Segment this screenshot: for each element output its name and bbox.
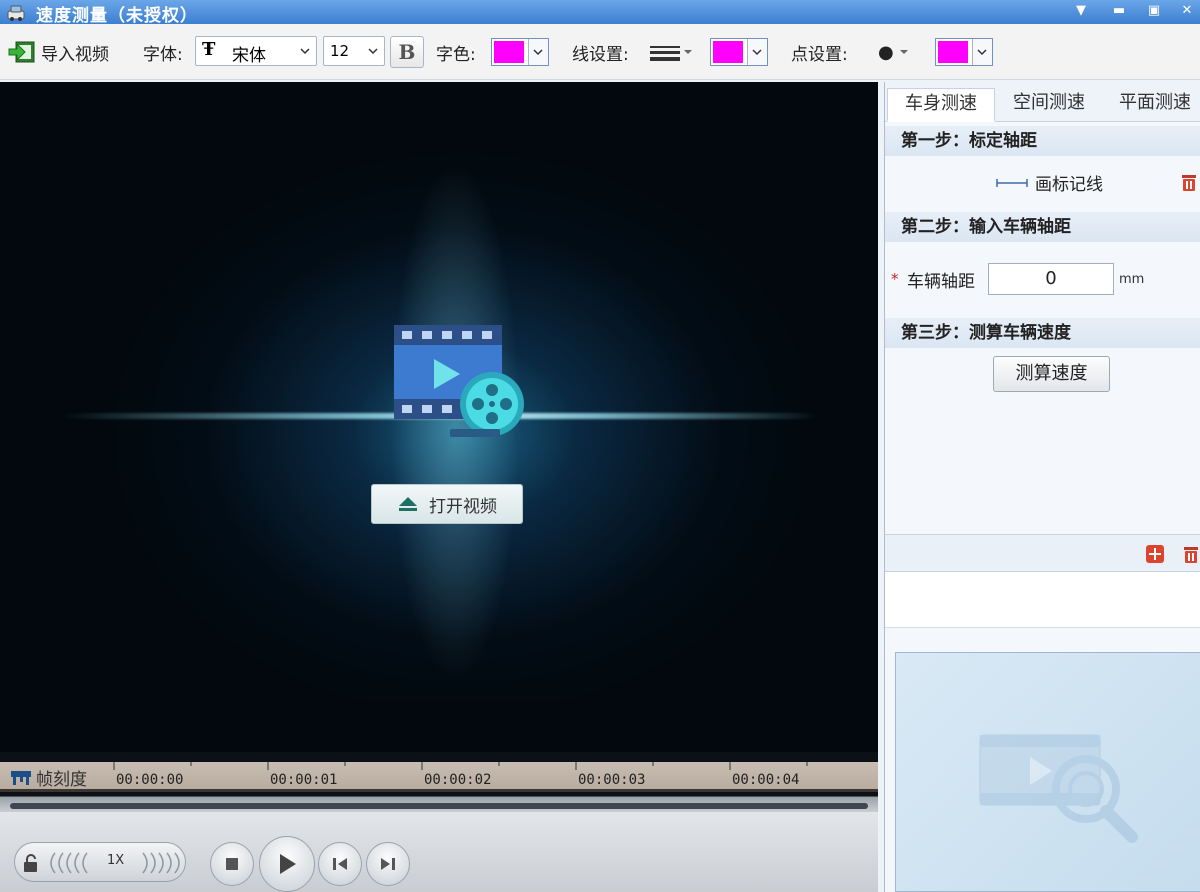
- progress-bar[interactable]: [0, 796, 878, 812]
- step-back-icon: [333, 858, 347, 870]
- tab-bar: 车身测速 空间测速 平面测速: [885, 82, 1200, 122]
- time-tick: 00:00:01: [270, 772, 338, 788]
- progress-track[interactable]: [10, 803, 868, 809]
- video-film-icon: [394, 325, 524, 437]
- previous-frame-button[interactable]: [318, 842, 362, 886]
- import-video-label: 导入视频: [41, 44, 109, 65]
- minimize-icon[interactable]: ▬: [1108, 2, 1130, 20]
- play-button[interactable]: [259, 836, 315, 892]
- point-color-picker[interactable]: [935, 38, 993, 66]
- time-tick: 00:00:04: [732, 772, 800, 788]
- ruler-icon: [11, 770, 31, 785]
- preview-thumbnail: [895, 652, 1200, 892]
- frame-ruler[interactable]: 帧刻度 00:00:00 00:00:01 00:00:02 00:00:03 …: [0, 762, 878, 792]
- step-forward-icon: [381, 858, 395, 870]
- trash-icon[interactable]: [1181, 544, 1200, 564]
- wheelbase-input[interactable]: 0: [988, 263, 1114, 295]
- maximize-icon[interactable]: ▣: [1143, 2, 1165, 20]
- chevron-down-icon: [368, 48, 378, 55]
- line-color-swatch: [713, 41, 743, 63]
- next-frame-button[interactable]: [366, 842, 410, 886]
- draw-mark-line-label: 画标记线: [1035, 175, 1103, 195]
- step3-header: 第三步：测算车辆速度: [885, 318, 1200, 348]
- menu-dropdown-icon[interactable]: ▼: [1070, 2, 1092, 20]
- import-icon: [8, 41, 35, 63]
- add-icon[interactable]: [1145, 544, 1165, 564]
- result-list-toolbar: [885, 534, 1200, 572]
- video-search-icon: [979, 734, 1138, 843]
- time-tick: 00:00:03: [578, 772, 646, 788]
- font-color-label: 字色:: [436, 44, 476, 65]
- chevron-down-icon: [972, 39, 992, 65]
- video-canvas[interactable]: 打开视频: [0, 82, 878, 752]
- playback-controls: 1X: [0, 812, 878, 892]
- chevron-down-icon: [528, 39, 548, 65]
- line-color-picker[interactable]: [710, 38, 768, 66]
- point-style-picker[interactable]: ●: [878, 24, 914, 80]
- close-icon[interactable]: ✕: [1176, 2, 1198, 20]
- tab-space-speed[interactable]: 空间测速: [997, 88, 1101, 122]
- bold-button[interactable]: B: [390, 36, 424, 68]
- frame-ruler-label-group: 帧刻度: [10, 765, 87, 790]
- time-tick: 00:00:02: [424, 772, 492, 788]
- draw-mark-line-button[interactable]: 画标记线: [995, 170, 1103, 195]
- speed-value: 1X: [107, 853, 125, 868]
- step2-header: 第二步：输入车辆轴距: [885, 212, 1200, 242]
- stop-icon: [226, 858, 238, 870]
- chevron-down-icon: [899, 50, 908, 54]
- import-video-button[interactable]: 导入视频: [8, 24, 109, 80]
- stop-button[interactable]: [210, 842, 254, 886]
- play-icon: [280, 854, 296, 874]
- line-style-picker[interactable]: [648, 24, 696, 80]
- font-size-value: 12: [330, 42, 350, 60]
- line-settings-label: 线设置:: [572, 44, 629, 65]
- mark-line-icon: [996, 178, 1028, 187]
- tab-vehicle-body-speed[interactable]: 车身测速: [887, 88, 995, 122]
- chevron-down-icon: [747, 39, 767, 65]
- font-size-select[interactable]: 12: [323, 36, 385, 66]
- font-label: 字体:: [143, 44, 183, 65]
- window-title: 速度测量（未授权）: [36, 6, 198, 26]
- timeline: 帧刻度 00:00:00 00:00:01 00:00:02 00:00:03 …: [0, 752, 878, 812]
- line-weight-icon: [650, 46, 692, 61]
- open-video-button[interactable]: 打开视频: [371, 484, 523, 524]
- lock-icon: [24, 854, 37, 872]
- font-family-value: 宋体: [232, 46, 266, 66]
- trash-icon[interactable]: [1179, 172, 1199, 192]
- app-icon: [7, 5, 25, 21]
- eject-icon: [399, 497, 417, 511]
- calculate-speed-button[interactable]: 测算速度: [993, 356, 1110, 392]
- result-list[interactable]: [885, 572, 1200, 628]
- font-family-select[interactable]: Ŧ 宋体: [195, 36, 317, 66]
- step1-header: 第一步：标定轴距: [885, 126, 1200, 156]
- tab-plane-speed[interactable]: 平面测速: [1105, 88, 1200, 122]
- wheelbase-label: 车辆轴距: [907, 272, 975, 292]
- point-style-icon: ●: [878, 41, 894, 63]
- point-color-swatch: [938, 41, 968, 63]
- toolbar: 导入视频 字体: Ŧ 宋体 12 B 字色: 线设置: 点设置: ●: [0, 24, 1200, 80]
- chevron-down-icon: [300, 48, 310, 55]
- ruler-ticks: [113, 762, 808, 770]
- open-video-label: 打开视频: [429, 496, 497, 517]
- measurement-panel: 车身测速 空间测速 平面测速 第一步：标定轴距 画标记线 第二步：输入车辆轴距 …: [884, 82, 1200, 892]
- font-color-picker[interactable]: [491, 38, 549, 66]
- step1-section: 画标记线: [885, 156, 1200, 210]
- point-settings-label: 点设置:: [791, 44, 848, 65]
- wheelbase-unit: mm: [1119, 272, 1145, 287]
- time-tick: 00:00:00: [116, 772, 184, 788]
- font-color-swatch: [494, 41, 524, 63]
- font-type-icon: Ŧ: [202, 39, 216, 60]
- frame-ruler-label: 帧刻度: [36, 770, 87, 790]
- required-mark: *: [891, 270, 899, 288]
- speed-control[interactable]: 1X: [14, 842, 186, 882]
- title-bar: 速度测量（未授权） ▼ ▬ ▣ ✕: [0, 0, 1200, 26]
